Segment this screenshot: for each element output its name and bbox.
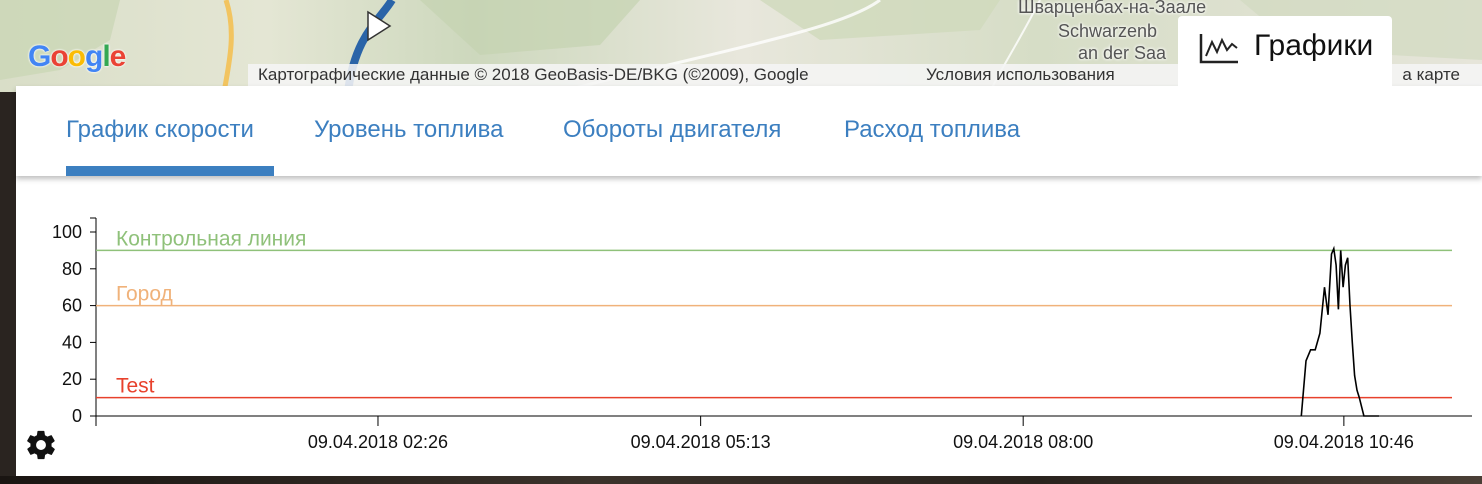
graphs-panel-tab[interactable]: Графики [1178, 16, 1392, 90]
google-logo: Google [28, 40, 126, 73]
chart-tabs: График скорости Уровень топлива Обороты … [16, 86, 1482, 176]
tab-engine-rpm[interactable]: Обороты двигателя [563, 116, 781, 144]
background-strip [0, 476, 1482, 484]
x-tick-label: 09.04.2018 10:46 [1274, 432, 1414, 452]
reference-line-label: Test [116, 375, 155, 398]
x-tick-label: 09.04.2018 05:13 [631, 432, 771, 452]
x-tick-label: 09.04.2018 02:26 [308, 432, 448, 452]
y-tick-label: 80 [62, 259, 82, 279]
speed-chart[interactable]: 0 20 40 60 80 100 09.04.2018 02:26 09.04.2018 0… [16, 176, 1482, 476]
y-tick-label: 0 [72, 406, 82, 426]
gear-icon[interactable] [24, 428, 58, 462]
tab-speed-chart[interactable]: График скорости [66, 116, 254, 144]
y-tick-label: 100 [52, 222, 82, 242]
active-tab-indicator [66, 166, 274, 176]
terms-of-use-link[interactable]: Условия использования [926, 64, 1115, 86]
reference-line-label: Город [116, 283, 173, 306]
report-map-error-link[interactable]: а карте [1402, 64, 1460, 86]
town-label: Шварценбах-на-Заале [1018, 0, 1207, 17]
speed-series-line [1300, 245, 1379, 417]
town-label: an der Saa [1078, 43, 1167, 63]
y-tick-label: 60 [62, 296, 82, 316]
charts-panel: График скорости Уровень топлива Обороты … [16, 86, 1482, 476]
speed-chart-svg: 0 20 40 60 80 100 09.04.2018 02:26 09.04.2018 0… [52, 217, 1472, 452]
town-label: Schwarzenb [1058, 21, 1158, 41]
y-tick-label: 40 [62, 332, 82, 352]
y-tick-label: 20 [62, 369, 82, 389]
reference-line-label: Контрольная линия [116, 227, 306, 250]
map-copyright-text: Картографические данные © 2018 GeoBasis-… [258, 65, 809, 84]
graphs-tab-label: Графики [1254, 29, 1374, 62]
tab-fuel-consumption[interactable]: Расход топлива [844, 116, 1020, 144]
line-chart-icon [1199, 34, 1238, 64]
tab-fuel-level[interactable]: Уровень топлива [314, 116, 503, 144]
x-tick-label: 09.04.2018 08:00 [953, 432, 1093, 452]
